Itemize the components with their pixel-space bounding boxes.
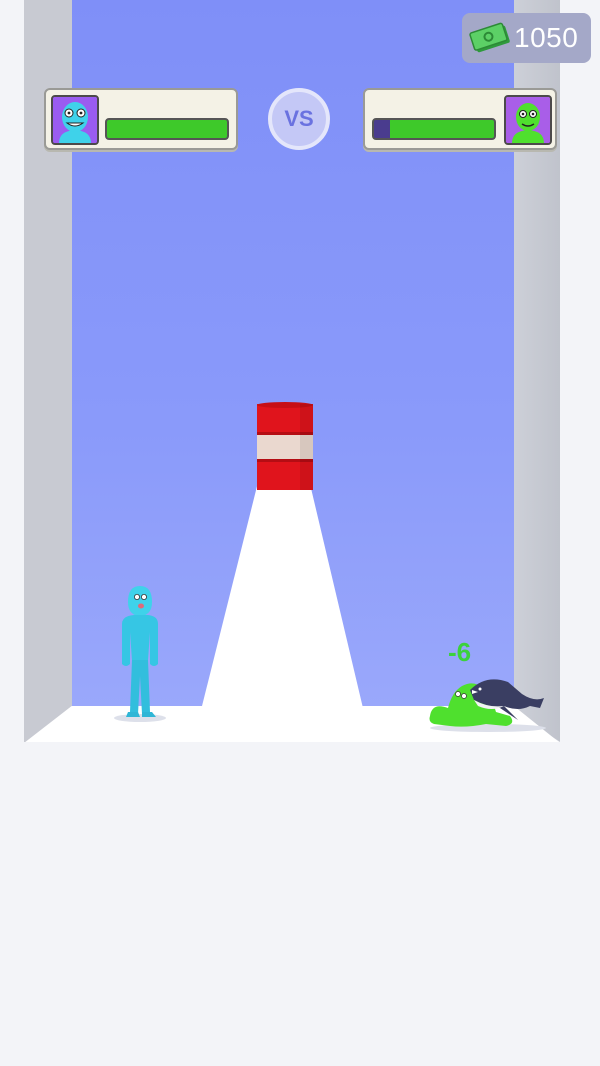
player-health-panel: [44, 88, 238, 150]
damage-popup: -6: [448, 637, 472, 667]
enemy-character: [429, 679, 546, 732]
opponent-health-fill: [389, 120, 494, 138]
player-health-fill: [107, 120, 227, 138]
currency-amount: 1050: [514, 22, 579, 53]
barrel: [257, 402, 313, 490]
blue-monster-avatar-icon: [51, 95, 99, 145]
player-character: [114, 586, 166, 722]
ground: [0, 742, 600, 1066]
currency-counter: 1050: [462, 13, 591, 63]
game-scene: -6: [0, 0, 600, 1066]
opponent-health-bar: [372, 118, 496, 140]
cash-icon: [469, 22, 510, 53]
versus-badge: VS: [268, 88, 330, 150]
opponent-health-panel: [363, 88, 557, 150]
player-health-bar: [105, 118, 229, 140]
green-monster-avatar-icon: [504, 95, 552, 145]
